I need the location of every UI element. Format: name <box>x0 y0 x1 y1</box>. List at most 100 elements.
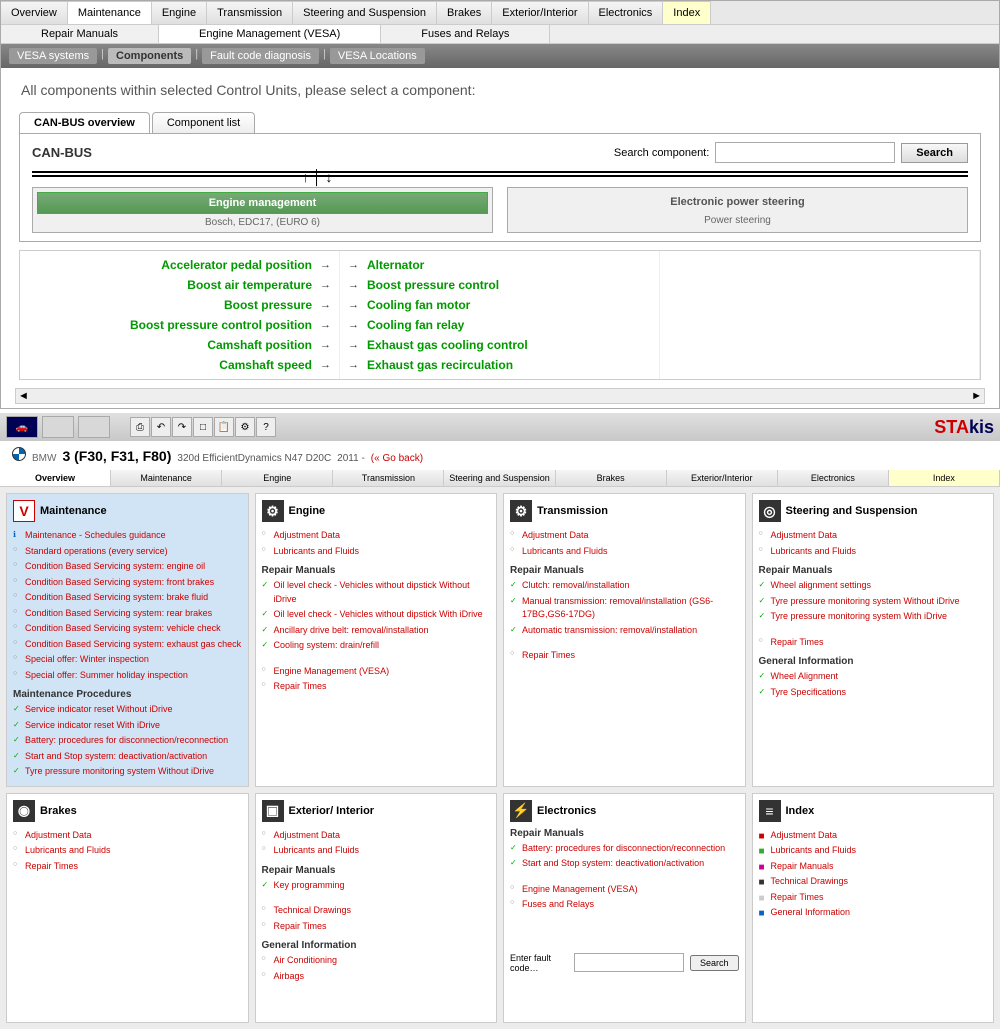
list-item[interactable]: Engine Management (VESA) <box>262 664 491 680</box>
list-item[interactable]: Special offer: Summer holiday inspection <box>13 668 242 684</box>
search-component-input[interactable] <box>715 142 895 163</box>
tool-icon-6[interactable]: ⚙ <box>235 417 255 437</box>
list-item[interactable]: Start and Stop system: deactivation/acti… <box>13 749 242 765</box>
fault-code-input[interactable] <box>574 953 684 972</box>
list-item[interactable]: Adjustment Data <box>759 528 988 544</box>
bot-tab-2[interactable]: Engine <box>222 470 333 486</box>
horizontal-scrollbar[interactable]: ◄ ► <box>15 388 985 404</box>
list-item[interactable]: Service indicator reset Without iDrive <box>13 702 242 718</box>
fault-search-button[interactable]: Search <box>690 955 739 971</box>
control-unit-1[interactable]: Electronic power steeringPower steering <box>507 187 968 233</box>
list-item[interactable]: Tyre pressure monitoring system Without … <box>13 764 242 780</box>
control-unit-0[interactable]: Engine managementBosch, EDC17, (EURO 6) <box>32 187 493 233</box>
list-item[interactable]: Lubricants and Fluids <box>262 544 491 560</box>
tool-icon-1[interactable]: ⎙ <box>130 417 150 437</box>
sub-tab-0[interactable]: Repair Manuals <box>1 25 159 43</box>
list-item[interactable]: Fuses and Relays <box>510 897 739 913</box>
list-item[interactable]: Tyre Specifications <box>759 685 988 701</box>
list-item[interactable]: Wheel alignment settings <box>759 578 988 594</box>
bot-tab-0[interactable]: Overview <box>0 470 111 486</box>
main-tab-index[interactable]: Index <box>663 1 711 24</box>
tool-icon-3[interactable]: ↷ <box>172 417 192 437</box>
list-item[interactable]: Tyre pressure monitoring system With iDr… <box>759 609 988 625</box>
list-item[interactable]: Air Conditioning <box>262 953 491 969</box>
list-item[interactable]: Clutch: removal/installation <box>510 578 739 594</box>
main-tab-transmission[interactable]: Transmission <box>207 1 293 24</box>
component-link[interactable]: Exhaust gas recirculation <box>367 358 513 372</box>
vesa-tab-0[interactable]: VESA systems <box>9 48 97 64</box>
overview-tab-1[interactable]: Component list <box>152 112 255 133</box>
tb-btn-3[interactable] <box>78 416 110 438</box>
list-item[interactable]: General Information <box>759 905 988 921</box>
component-link[interactable]: Boost air temperature <box>187 278 312 292</box>
car-button[interactable]: 🚗 <box>6 416 38 438</box>
list-item[interactable]: Automatic transmission: removal/installa… <box>510 623 739 639</box>
component-link[interactable]: Cooling fan relay <box>367 318 464 332</box>
list-item[interactable]: Adjustment Data <box>510 528 739 544</box>
list-item[interactable]: Engine Management (VESA) <box>510 882 739 898</box>
list-item[interactable]: Adjustment Data <box>13 828 242 844</box>
list-item[interactable]: Special offer: Winter inspection <box>13 652 242 668</box>
list-item[interactable]: Condition Based Servicing system: vehicl… <box>13 621 242 637</box>
component-link[interactable]: Boost pressure control <box>367 278 499 292</box>
list-item[interactable]: Battery: procedures for disconnection/re… <box>510 841 739 857</box>
list-item[interactable]: Service indicator reset With iDrive <box>13 718 242 734</box>
search-button[interactable]: Search <box>901 143 968 163</box>
list-item[interactable]: Key programming <box>262 878 491 894</box>
list-item[interactable]: Adjustment Data <box>262 528 491 544</box>
main-tab-steering-and-suspension[interactable]: Steering and Suspension <box>293 1 437 24</box>
bot-tab-7[interactable]: Electronics <box>778 470 889 486</box>
list-item[interactable]: Standard operations (every service) <box>13 544 242 560</box>
list-item[interactable]: Oil level check - Vehicles without dipst… <box>262 607 491 623</box>
list-item[interactable]: Repair Times <box>510 648 739 664</box>
tool-icon-4[interactable]: □ <box>193 417 213 437</box>
list-item[interactable]: Start and Stop system: deactivation/acti… <box>510 856 739 872</box>
list-item[interactable]: Manual transmission: removal/installatio… <box>510 594 739 623</box>
list-item[interactable]: Technical Drawings <box>262 903 491 919</box>
sub-tab-1[interactable]: Engine Management (VESA) <box>159 25 381 43</box>
list-item[interactable]: Lubricants and Fluids <box>510 544 739 560</box>
vesa-tab-3[interactable]: VESA Locations <box>330 48 425 64</box>
tool-icon-2[interactable]: ↶ <box>151 417 171 437</box>
list-item[interactable]: Battery: procedures for disconnection/re… <box>13 733 242 749</box>
component-link[interactable]: Alternator <box>367 258 424 272</box>
vesa-tab-2[interactable]: Fault code diagnosis <box>202 48 319 64</box>
list-item[interactable]: Repair Times <box>13 859 242 875</box>
bot-tab-4[interactable]: Steering and Suspension <box>444 470 555 486</box>
list-item[interactable]: Lubricants and Fluids <box>262 843 491 859</box>
list-item[interactable]: Condition Based Servicing system: front … <box>13 575 242 591</box>
component-link[interactable]: Cooling fan motor <box>367 298 470 312</box>
list-item[interactable]: Ancillary drive belt: removal/installati… <box>262 623 491 639</box>
list-item[interactable]: Cooling system: drain/refill <box>262 638 491 654</box>
list-item[interactable]: Condition Based Servicing system: brake … <box>13 590 242 606</box>
component-link[interactable]: Boost pressure <box>224 298 312 312</box>
component-link[interactable]: Camshaft position <box>207 338 312 352</box>
bot-tab-8[interactable]: Index <box>889 470 1000 486</box>
bot-tab-6[interactable]: Exterior/Interior <box>667 470 778 486</box>
bot-tab-1[interactable]: Maintenance <box>111 470 222 486</box>
main-tab-overview[interactable]: Overview <box>1 1 68 24</box>
main-tab-maintenance[interactable]: Maintenance <box>68 1 152 24</box>
main-tab-engine[interactable]: Engine <box>152 1 207 24</box>
scroll-right-icon[interactable]: ► <box>971 390 982 402</box>
list-item[interactable]: Repair Manuals <box>759 859 988 875</box>
component-link[interactable]: Boost pressure control position <box>130 318 312 332</box>
list-item[interactable]: Adjustment Data <box>759 828 988 844</box>
list-item[interactable]: Wheel Alignment <box>759 669 988 685</box>
list-item[interactable]: Airbags <box>262 969 491 985</box>
list-item[interactable]: Repair Times <box>262 919 491 935</box>
list-item[interactable]: Oil level check - Vehicles without dipst… <box>262 578 491 607</box>
main-tab-exterior-interior[interactable]: Exterior/Interior <box>492 1 588 24</box>
sub-tab-2[interactable]: Fuses and Relays <box>381 25 550 43</box>
tool-icon-5[interactable]: 📋 <box>214 417 234 437</box>
list-item[interactable]: Tyre pressure monitoring system Without … <box>759 594 988 610</box>
main-tab-brakes[interactable]: Brakes <box>437 1 492 24</box>
list-item[interactable]: Condition Based Servicing system: rear b… <box>13 606 242 622</box>
overview-tab-0[interactable]: CAN-BUS overview <box>19 112 150 133</box>
tool-icon-7[interactable]: ? <box>256 417 276 437</box>
tb-btn-2[interactable] <box>42 416 74 438</box>
scroll-left-icon[interactable]: ◄ <box>18 390 29 402</box>
component-link[interactable]: Accelerator pedal position <box>161 258 312 272</box>
go-back-link[interactable]: (« Go back) <box>371 453 423 464</box>
list-item[interactable]: Condition Based Servicing system: engine… <box>13 559 242 575</box>
